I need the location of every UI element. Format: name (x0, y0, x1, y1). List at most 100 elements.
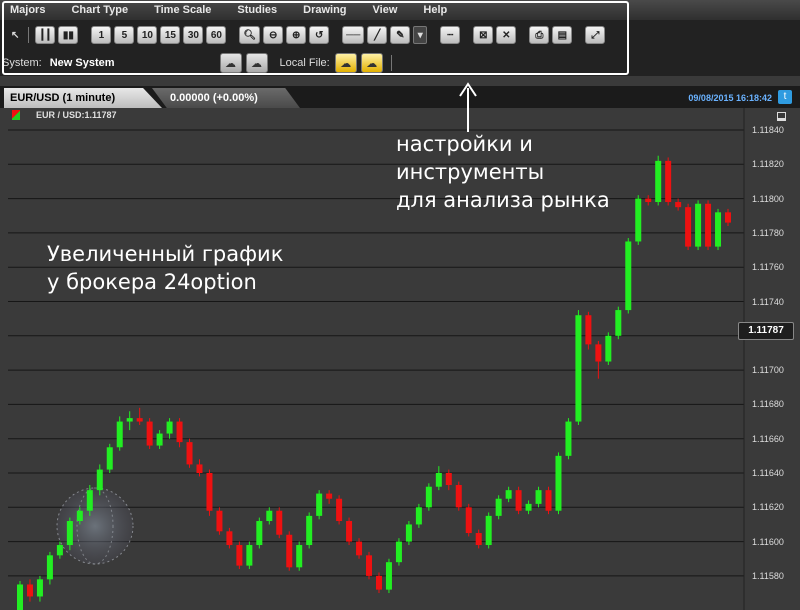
zoom-out-icon[interactable]: ⊖ (263, 26, 284, 44)
menu-majors[interactable]: Majors (10, 4, 45, 16)
timeframe-1-button[interactable]: 1 (91, 26, 112, 44)
close-icon[interactable]: ✕ (496, 26, 517, 44)
candle-body (206, 473, 213, 511)
candle-body (196, 464, 203, 473)
candle-body (346, 521, 353, 542)
timeframe-15-button[interactable]: 15 (160, 26, 181, 44)
candle-body (425, 486, 432, 508)
candle (385, 558, 392, 594)
candle (226, 527, 233, 549)
menu-drawing[interactable]: Drawing (303, 4, 346, 16)
symbol-tab[interactable]: EUR/USD (1 minute) (4, 88, 162, 108)
zoom-reset-icon[interactable]: ↺ (309, 26, 330, 44)
price-tick-label: 1.11660 (752, 433, 784, 444)
candle (326, 490, 333, 504)
cloud-download-icon[interactable]: ☁ (219, 53, 242, 73)
candle-body (585, 315, 592, 345)
candle (545, 486, 552, 515)
twitter-icon[interactable]: t (778, 90, 792, 104)
candle (216, 507, 223, 535)
candle-body (66, 521, 73, 546)
candle-body (625, 241, 632, 311)
timeframe-5-button[interactable]: 5 (114, 26, 135, 44)
menu-time-scale[interactable]: Time Scale (154, 4, 211, 16)
minimize-icon[interactable] (777, 112, 786, 121)
candle-body (326, 493, 333, 499)
candle (425, 483, 432, 511)
candle-body (306, 515, 313, 546)
candle-body (216, 510, 223, 532)
candle-body (515, 490, 522, 511)
candle-body (76, 510, 83, 522)
candle (346, 517, 353, 546)
delete-box-icon[interactable]: ⊠ (473, 26, 494, 44)
cursor-icon[interactable]: ↖ (8, 26, 22, 44)
candle-body (226, 531, 233, 546)
candle (535, 486, 542, 508)
timeframe-10-button[interactable]: 10 (137, 26, 158, 44)
candle-body (385, 562, 392, 590)
candle (336, 495, 343, 525)
candle (695, 200, 702, 251)
menu-chart-type[interactable]: Chart Type (71, 4, 128, 16)
trend-line-icon[interactable]: ╱ (367, 26, 388, 44)
print-icon[interactable]: ⎙ (529, 26, 550, 44)
candle-body (126, 418, 133, 422)
candle-body (455, 485, 462, 508)
cloud-upload-icon[interactable]: ☁ (245, 53, 268, 73)
candle-body (17, 584, 23, 610)
candle (276, 507, 283, 539)
candle (495, 495, 502, 520)
candle-body (46, 555, 53, 580)
candle-body (366, 555, 373, 576)
candle-body (665, 160, 672, 203)
zoom-in-icon[interactable]: 🔍︎ (239, 26, 261, 44)
horizontal-line-icon[interactable]: ── (342, 26, 365, 44)
chart-header: EUR/USD (1 minute) 0.00000 (+0.00%) 09/0… (0, 86, 800, 108)
candle-body (555, 455, 562, 511)
candle-body (535, 490, 542, 504)
candle-body (186, 442, 193, 465)
candle-body (136, 418, 143, 422)
candle (575, 310, 582, 425)
candle-body (166, 421, 173, 434)
price-tick-label: 1.11640 (752, 468, 784, 478)
bar-chart-icon[interactable]: ┃┃ (35, 26, 56, 44)
candle (515, 486, 522, 515)
menu-help[interactable]: Help (423, 4, 447, 16)
price-tick-label: 1.11840 (752, 125, 784, 135)
candle-body (176, 421, 183, 443)
dropdown-icon[interactable]: ▾ (413, 26, 428, 44)
system-value[interactable]: New System (50, 57, 115, 69)
menu-view[interactable]: View (373, 4, 398, 16)
local-file-upload-icon[interactable]: ☁ (360, 53, 383, 73)
menu-bar: Majors Chart Type Time Scale Studies Dra… (0, 0, 800, 20)
candle-body (36, 579, 43, 597)
local-file-download-icon[interactable]: ☁ (334, 53, 357, 73)
price-tick-label: 1.11760 (752, 262, 784, 273)
candle-body (445, 473, 452, 486)
candle-body (655, 160, 662, 203)
zoom-fit-icon[interactable]: ⊕ (286, 26, 307, 44)
candle-chart-icon[interactable]: ▮▮ (58, 26, 79, 44)
candle (286, 531, 293, 571)
fullscreen-icon[interactable]: ⤢ (585, 26, 606, 44)
window-icon[interactable]: ▤ (552, 26, 573, 44)
candle-body (435, 473, 442, 487)
chart-annotation-line: Увеличенный график (47, 242, 284, 266)
menu-studies[interactable]: Studies (237, 4, 277, 16)
candle-body (475, 533, 482, 546)
pencil-icon[interactable]: ✎ (390, 26, 411, 44)
candle-body (286, 534, 293, 568)
candle-body (415, 507, 422, 525)
candle-body (635, 198, 642, 242)
candle (625, 238, 632, 314)
candle-body (575, 315, 582, 422)
candle (156, 430, 163, 449)
dotted-line-icon[interactable]: ┈ (440, 26, 461, 44)
timeframe-60-button[interactable]: 60 (206, 26, 227, 44)
timeframe-30-button[interactable]: 30 (183, 26, 204, 44)
candle (395, 538, 402, 566)
candle (17, 581, 23, 610)
price-tick-label: 1.11680 (752, 399, 784, 410)
